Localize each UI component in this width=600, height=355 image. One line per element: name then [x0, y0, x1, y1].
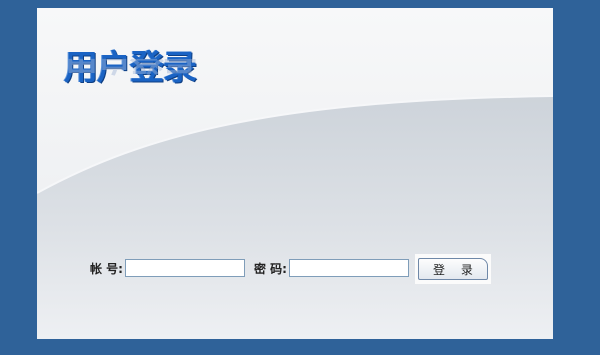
- password-input[interactable]: [288, 259, 409, 277]
- login-form: 帐 号: 密 码: 登 录: [90, 254, 491, 284]
- username-label: 帐 号:: [90, 261, 123, 276]
- login-button[interactable]: 登 录: [417, 258, 488, 280]
- login-panel: 用户登录 用户登录 帐 号: 密 码: 登 录: [37, 8, 553, 339]
- password-label: 密 码:: [253, 261, 287, 276]
- login-button-frame: 登 录: [414, 254, 491, 284]
- username-input[interactable]: [124, 259, 245, 277]
